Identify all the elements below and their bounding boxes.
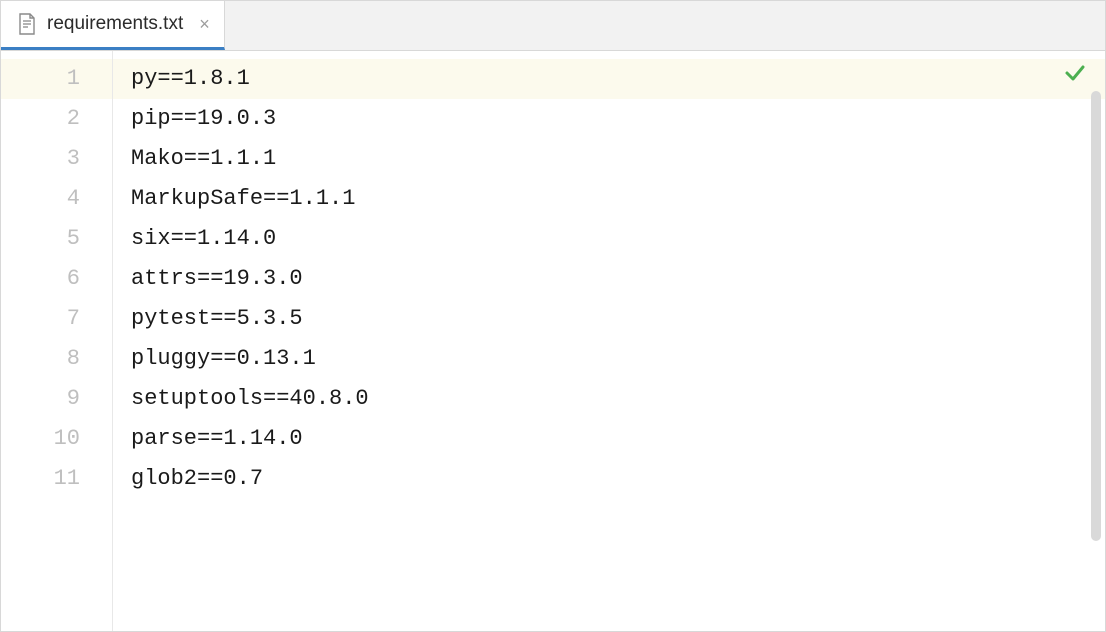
- line-number-gutter[interactable]: 1234567891011: [1, 51, 113, 631]
- code-editor[interactable]: py==1.8.1pip==19.0.3Mako==1.1.1MarkupSaf…: [113, 51, 1105, 631]
- line-number[interactable]: 7: [1, 299, 112, 339]
- tab-filename: requirements.txt: [47, 13, 183, 35]
- line-number[interactable]: 10: [1, 419, 112, 459]
- line-number[interactable]: 3: [1, 139, 112, 179]
- code-line[interactable]: pluggy==0.13.1: [113, 339, 1105, 379]
- line-number[interactable]: 11: [1, 459, 112, 499]
- line-number[interactable]: 6: [1, 259, 112, 299]
- close-tab-icon[interactable]: ×: [199, 15, 210, 33]
- line-number[interactable]: 5: [1, 219, 112, 259]
- inspection-ok-icon[interactable]: [1063, 61, 1087, 85]
- code-line[interactable]: parse==1.14.0: [113, 419, 1105, 459]
- code-line[interactable]: setuptools==40.8.0: [113, 379, 1105, 419]
- code-line[interactable]: MarkupSafe==1.1.1: [113, 179, 1105, 219]
- code-line[interactable]: pytest==5.3.5: [113, 299, 1105, 339]
- editor-tab[interactable]: requirements.txt ×: [1, 1, 225, 50]
- line-number[interactable]: 4: [1, 179, 112, 219]
- line-number[interactable]: 9: [1, 379, 112, 419]
- code-line[interactable]: py==1.8.1: [113, 59, 1105, 99]
- text-file-icon: [17, 13, 37, 35]
- editor-container: 1234567891011 py==1.8.1pip==19.0.3Mako==…: [1, 51, 1105, 631]
- code-line[interactable]: attrs==19.3.0: [113, 259, 1105, 299]
- code-line[interactable]: Mako==1.1.1: [113, 139, 1105, 179]
- code-line[interactable]: six==1.14.0: [113, 219, 1105, 259]
- line-number[interactable]: 8: [1, 339, 112, 379]
- code-line[interactable]: pip==19.0.3: [113, 99, 1105, 139]
- line-number[interactable]: 1: [1, 59, 112, 99]
- code-line[interactable]: glob2==0.7: [113, 459, 1105, 499]
- vertical-scrollbar[interactable]: [1091, 91, 1101, 541]
- line-number[interactable]: 2: [1, 99, 112, 139]
- tab-bar: requirements.txt ×: [1, 1, 1105, 51]
